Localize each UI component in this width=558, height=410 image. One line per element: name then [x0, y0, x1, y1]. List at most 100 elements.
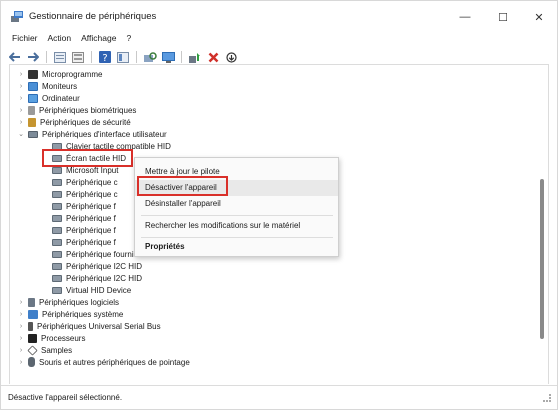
- chevron-right-icon[interactable]: ›: [17, 311, 25, 318]
- back-button[interactable]: [7, 49, 23, 65]
- hid-device-icon: [52, 286, 62, 294]
- chevron-right-icon[interactable]: ›: [17, 119, 25, 126]
- maximize-icon: ☐: [498, 11, 508, 24]
- chevron-down-icon[interactable]: ⌄: [17, 130, 25, 138]
- hid-device-icon: [52, 178, 62, 186]
- selected-item-highlight: [42, 149, 133, 167]
- close-button[interactable]: ✕: [519, 5, 558, 29]
- properties-icon: [54, 51, 66, 63]
- biometric-icon: [28, 105, 35, 115]
- tree-node-security[interactable]: › Périphériques de sécurité: [20, 116, 131, 128]
- tree-node-hid[interactable]: ⌄ Périphériques d'interface utilisateur: [18, 128, 167, 140]
- list-view-icon: [72, 51, 84, 63]
- usb-icon: [28, 321, 33, 331]
- title-bar[interactable]: Gestionnaire de périphériques — ☐ ✕: [1, 1, 557, 31]
- menu-separator: [141, 215, 333, 216]
- update-driver-icon: [189, 52, 200, 63]
- hid-device-icon: [52, 214, 62, 222]
- chevron-right-icon[interactable]: ›: [17, 299, 25, 306]
- tree-node-moniteurs[interactable]: › Moniteurs: [20, 80, 77, 92]
- chevron-right-icon[interactable]: ›: [17, 347, 25, 354]
- disable-item-highlight: [137, 176, 228, 196]
- hid-icon: [28, 130, 38, 138]
- update-driver-button[interactable]: [187, 49, 203, 65]
- chip-icon: [28, 69, 38, 79]
- menu-action[interactable]: Action: [43, 31, 77, 45]
- chevron-right-icon[interactable]: ›: [17, 95, 25, 102]
- tree-node-microprogramme[interactable]: › Microprogramme: [20, 68, 102, 80]
- tree-node-samples[interactable]: › Samples: [20, 344, 73, 356]
- tree-item-label: Périphérique c: [66, 189, 118, 199]
- enable-device-icon: [225, 51, 237, 63]
- uninstall-icon: [208, 52, 218, 62]
- chevron-right-icon[interactable]: ›: [17, 323, 25, 330]
- sample-icon: [27, 344, 38, 356]
- tree-item-hid-fournisseur-3[interactable]: Périphérique f: [52, 224, 116, 236]
- tree-node-label: Périphériques Universal Serial Bus: [37, 321, 161, 331]
- menu-affichage[interactable]: Affichage: [76, 31, 121, 45]
- close-icon: ✕: [534, 11, 544, 24]
- monitor-icon: [161, 51, 175, 63]
- tree-item-label: Virtual HID Device: [66, 285, 132, 295]
- monitor-button[interactable]: [160, 49, 176, 65]
- tree-node-biometric[interactable]: › Périphériques biométriques: [20, 104, 136, 116]
- tree-item-hid-conforme-1[interactable]: Périphérique c: [52, 176, 118, 188]
- tree-node-systeme[interactable]: › Périphériques système: [20, 308, 124, 320]
- tree-item-virtual-hid[interactable]: Virtual HID Device: [52, 284, 131, 296]
- tree-item-label: Périphérique I2C HID: [66, 261, 143, 271]
- tree-item-label: Périphérique f: [66, 225, 116, 235]
- monitor-icon: [28, 81, 38, 91]
- menu-fichier[interactable]: Fichier: [7, 31, 43, 45]
- chevron-right-icon[interactable]: ›: [17, 71, 25, 78]
- hid-device-icon: [52, 226, 62, 234]
- chevron-right-icon[interactable]: ›: [17, 83, 25, 90]
- status-bar: Désactive l'appareil sélectionné.: [1, 385, 557, 407]
- back-arrow-icon: [9, 52, 20, 62]
- menu-item-uninstall-device[interactable]: Désinstaller l'appareil: [135, 196, 338, 212]
- list-view-button[interactable]: [70, 49, 86, 65]
- menu-help[interactable]: ?: [121, 31, 136, 45]
- menu-item-scan-hardware[interactable]: Rechercher les modifications sur le maté…: [135, 218, 338, 234]
- tree-node-label: Souris et autres périphériques de pointa…: [39, 357, 190, 367]
- menu-item-properties[interactable]: Propriétés: [135, 239, 338, 255]
- tree-item-hid-conforme-2[interactable]: Périphérique c: [52, 188, 118, 200]
- chevron-right-icon[interactable]: ›: [17, 359, 25, 366]
- tree-node-usb[interactable]: › Périphériques Universal Serial Bus: [20, 320, 161, 332]
- software-device-icon: [28, 297, 35, 307]
- hid-device-icon: [52, 262, 62, 270]
- properties-button[interactable]: [52, 49, 68, 65]
- tree-item-i2c-hid-1[interactable]: Périphérique I2C HID: [52, 260, 142, 272]
- tree-item-hid-fournisseur-1[interactable]: Périphérique f: [52, 200, 116, 212]
- help-button[interactable]: ?: [97, 49, 113, 65]
- tree-item-label: Périphérique I2C HID: [66, 273, 143, 283]
- forward-arrow-icon: [28, 52, 39, 62]
- forward-button[interactable]: [25, 49, 41, 65]
- toolbar-separator: [46, 51, 47, 63]
- hid-device-icon: [52, 238, 62, 246]
- tree-item-i2c-hid-2[interactable]: Périphérique I2C HID: [52, 272, 142, 284]
- view-button[interactable]: [115, 49, 131, 65]
- context-menu: Mettre à jour le pilote Désactiver l'app…: [134, 157, 339, 257]
- minimize-button[interactable]: —: [445, 5, 485, 29]
- maximize-button[interactable]: ☐: [483, 5, 523, 29]
- tree-node-label: Périphériques système: [42, 309, 124, 319]
- chevron-right-icon[interactable]: ›: [17, 335, 25, 342]
- vertical-scrollbar[interactable]: [540, 179, 544, 339]
- resize-grip-icon[interactable]: [543, 394, 551, 402]
- view-icon: [117, 51, 129, 63]
- tree-node-processeurs[interactable]: › Processeurs: [20, 332, 86, 344]
- tree-node-souris[interactable]: › Souris et autres périphériques de poin…: [20, 356, 190, 368]
- tree-node-ordinateur[interactable]: › Ordinateur: [20, 92, 80, 104]
- tree-item-hid-fournisseur-2[interactable]: Périphérique f: [52, 212, 116, 224]
- uninstall-button[interactable]: [205, 49, 221, 65]
- tree-item-hid-fournisseur-4[interactable]: Périphérique f: [52, 236, 116, 248]
- chevron-right-icon[interactable]: ›: [17, 107, 25, 114]
- hid-device-icon: [52, 166, 62, 174]
- tree-node-label: Processeurs: [41, 333, 86, 343]
- tree-node-label: Samples: [41, 345, 73, 355]
- device-manager-icon: [11, 11, 23, 22]
- enable-device-button[interactable]: [223, 49, 239, 65]
- tree-node-logiciels[interactable]: › Périphériques logiciels: [20, 296, 119, 308]
- scan-hardware-button[interactable]: [142, 49, 158, 65]
- system-device-icon: [28, 309, 38, 319]
